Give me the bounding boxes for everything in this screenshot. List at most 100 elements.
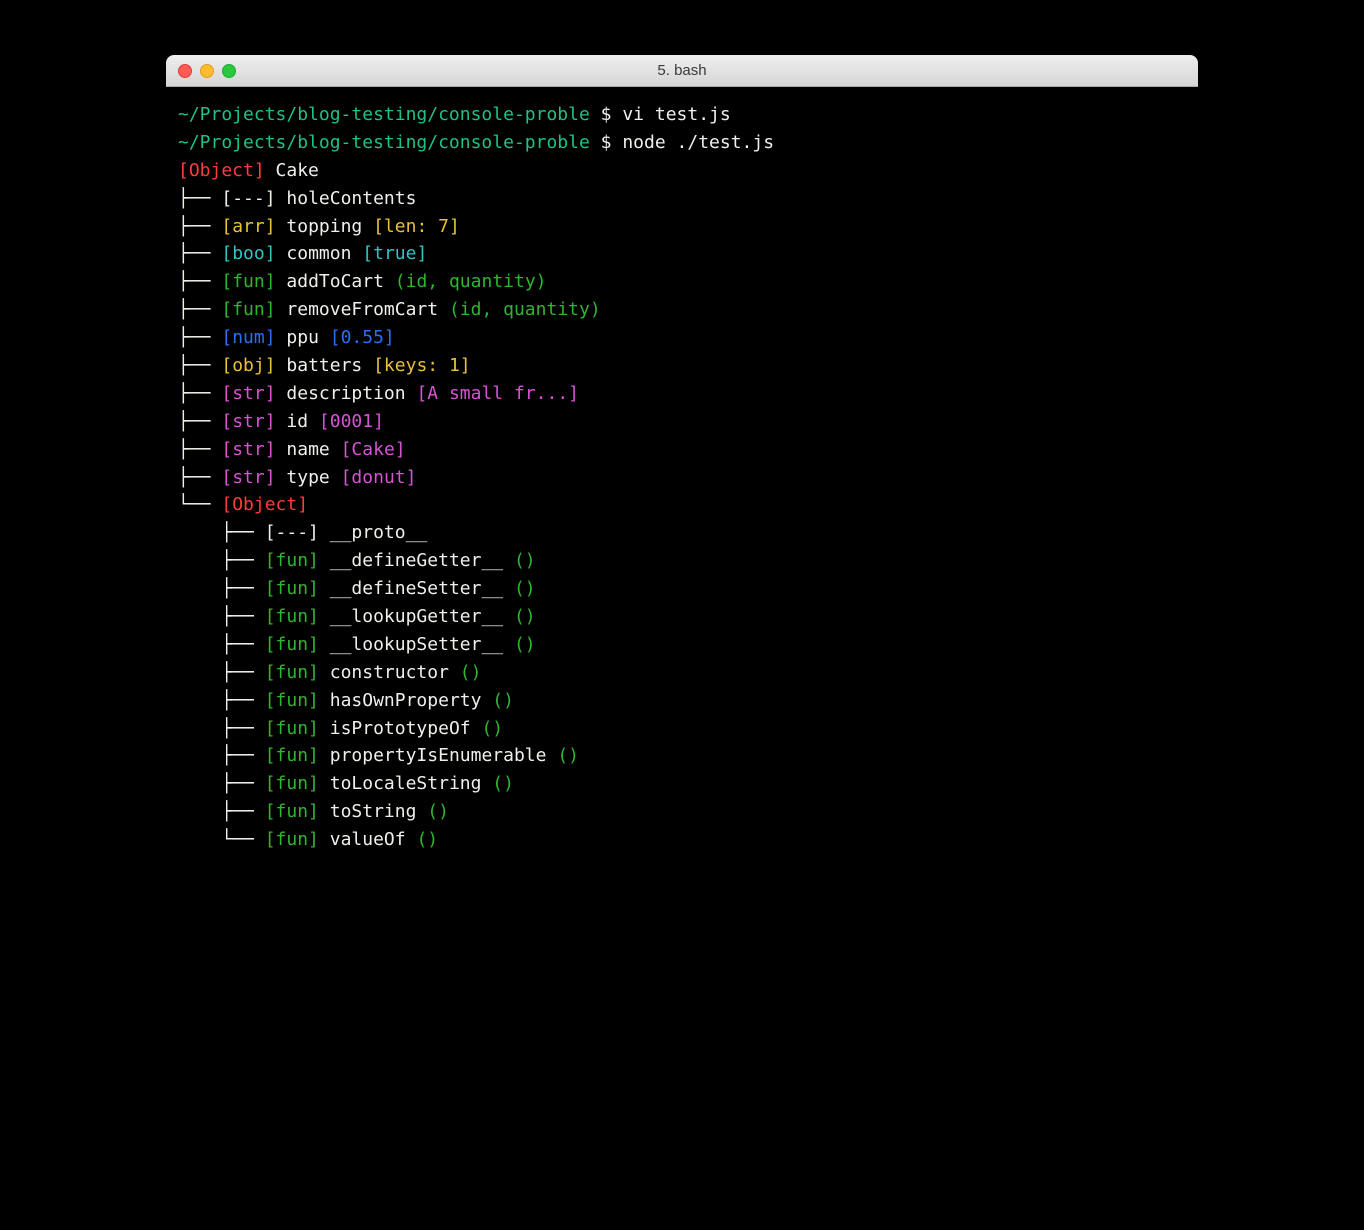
tree-row: ├── [fun] toLocaleString () <box>178 770 1186 798</box>
tree-branch: ├── <box>178 718 265 739</box>
tree-row: ├── [fun] constructor () <box>178 659 1186 687</box>
property-name: hasOwnProperty <box>330 690 482 711</box>
type-tag: [Object] <box>178 160 265 181</box>
property-name: valueOf <box>330 829 406 850</box>
tree-branch: ├── <box>178 801 265 822</box>
property-value: [len: 7] <box>373 216 460 237</box>
minimize-icon[interactable] <box>200 64 214 78</box>
window-title: 5. bash <box>166 62 1198 79</box>
type-tag: [fun] <box>265 634 319 655</box>
property-name: name <box>286 439 329 460</box>
type-tag: [---] <box>265 522 319 543</box>
property-value: () <box>514 550 536 571</box>
type-tag: [fun] <box>265 718 319 739</box>
tree-branch: ├── <box>178 578 265 599</box>
property-name: description <box>286 383 405 404</box>
prompt-line: ~/Projects/blog-testing/console-proble $… <box>178 101 1186 129</box>
type-tag: [str] <box>221 411 275 432</box>
property-name: propertyIsEnumerable <box>330 745 547 766</box>
tree-row: ├── [fun] addToCart (id, quantity) <box>178 268 1186 296</box>
tree-row: ├── [fun] toString () <box>178 798 1186 826</box>
tree-row: ├── [fun] propertyIsEnumerable () <box>178 742 1186 770</box>
tree-row: ├── [fun] __lookupGetter__ () <box>178 603 1186 631</box>
type-tag: [fun] <box>265 690 319 711</box>
type-tag: [fun] <box>265 745 319 766</box>
titlebar[interactable]: 5. bash <box>166 55 1198 87</box>
tree-branch: └── <box>178 829 265 850</box>
property-name: __lookupSetter__ <box>330 634 503 655</box>
property-value: [Cake] <box>341 439 406 460</box>
tree-branch: ├── <box>178 467 221 488</box>
tree-row: ├── [obj] batters [keys: 1] <box>178 352 1186 380</box>
tree-branch: ├── <box>178 411 221 432</box>
zoom-icon[interactable] <box>222 64 236 78</box>
tree-branch: ├── <box>178 522 265 543</box>
tree-branch: ├── <box>178 188 221 209</box>
property-name: ppu <box>286 327 319 348</box>
type-tag: [fun] <box>265 578 319 599</box>
close-icon[interactable] <box>178 64 192 78</box>
type-tag: [Object] <box>221 494 308 515</box>
property-name: __defineSetter__ <box>330 578 503 599</box>
tree-branch: ├── <box>178 383 221 404</box>
property-value: () <box>416 829 438 850</box>
property-name: toString <box>330 801 417 822</box>
tree-branch: ├── <box>178 550 265 571</box>
type-tag: [fun] <box>265 801 319 822</box>
property-name: addToCart <box>286 271 384 292</box>
type-tag: [obj] <box>221 355 275 376</box>
tree-row: ├── [str] name [Cake] <box>178 436 1186 464</box>
property-value: [0001] <box>319 411 384 432</box>
tree-branch: ├── <box>178 327 221 348</box>
property-name: batters <box>286 355 362 376</box>
property-name: toLocaleString <box>330 773 482 794</box>
tree-row: ├── [fun] removeFromCart (id, quantity) <box>178 296 1186 324</box>
tree-row: ├── [fun] isPrototypeOf () <box>178 715 1186 743</box>
property-value: [true] <box>362 243 427 264</box>
command-text: vi test.js <box>622 104 730 125</box>
type-tag: [arr] <box>221 216 275 237</box>
property-value: (id, quantity) <box>395 271 547 292</box>
property-name: type <box>286 467 329 488</box>
tree-branch: ├── <box>178 271 221 292</box>
prompt-path: ~/Projects/blog-testing/console-proble <box>178 104 590 125</box>
tree-branch: ├── <box>178 690 265 711</box>
tree-rows: ├── [---] holeContents├── [arr] topping … <box>178 185 1186 492</box>
tree-row: ├── [str] type [donut] <box>178 464 1186 492</box>
tree-branch: ├── <box>178 299 221 320</box>
tree-proto-rows: ├── [---] __proto__ ├── [fun] __defineGe… <box>178 519 1186 854</box>
tree-row: ├── [str] id [0001] <box>178 408 1186 436</box>
tree-row: ├── [arr] topping [len: 7] <box>178 213 1186 241</box>
prompt-symbol: $ <box>601 132 612 153</box>
property-value: [A small fr...] <box>416 383 579 404</box>
type-tag: [str] <box>221 383 275 404</box>
property-name: __defineGetter__ <box>330 550 503 571</box>
property-name: isPrototypeOf <box>330 718 471 739</box>
property-name: topping <box>286 216 362 237</box>
property-value: () <box>492 773 514 794</box>
type-tag: [num] <box>221 327 275 348</box>
property-value: [0.55] <box>330 327 395 348</box>
tree-branch: └── <box>178 494 221 515</box>
property-name: common <box>286 243 351 264</box>
tree-row: └── [fun] valueOf () <box>178 826 1186 854</box>
property-value: [keys: 1] <box>373 355 471 376</box>
property-value: [donut] <box>341 467 417 488</box>
type-tag: [fun] <box>265 606 319 627</box>
tree-branch: ├── <box>178 439 221 460</box>
property-value: () <box>514 578 536 599</box>
tree-branch: ├── <box>178 355 221 376</box>
prompt-symbol: $ <box>601 104 612 125</box>
type-tag: [boo] <box>221 243 275 264</box>
type-tag: [fun] <box>265 829 319 850</box>
tree-branch: ├── <box>178 634 265 655</box>
type-tag: [fun] <box>265 773 319 794</box>
tree-row: ├── [---] __proto__ <box>178 519 1186 547</box>
root-label: Cake <box>276 160 319 181</box>
tree-branch: ├── <box>178 662 265 683</box>
tree-row: ├── [str] description [A small fr...] <box>178 380 1186 408</box>
tree-row: ├── [---] holeContents <box>178 185 1186 213</box>
terminal-body[interactable]: ~/Projects/blog-testing/console-proble $… <box>166 87 1198 1047</box>
property-name: holeContents <box>286 188 416 209</box>
type-tag: [fun] <box>221 271 275 292</box>
